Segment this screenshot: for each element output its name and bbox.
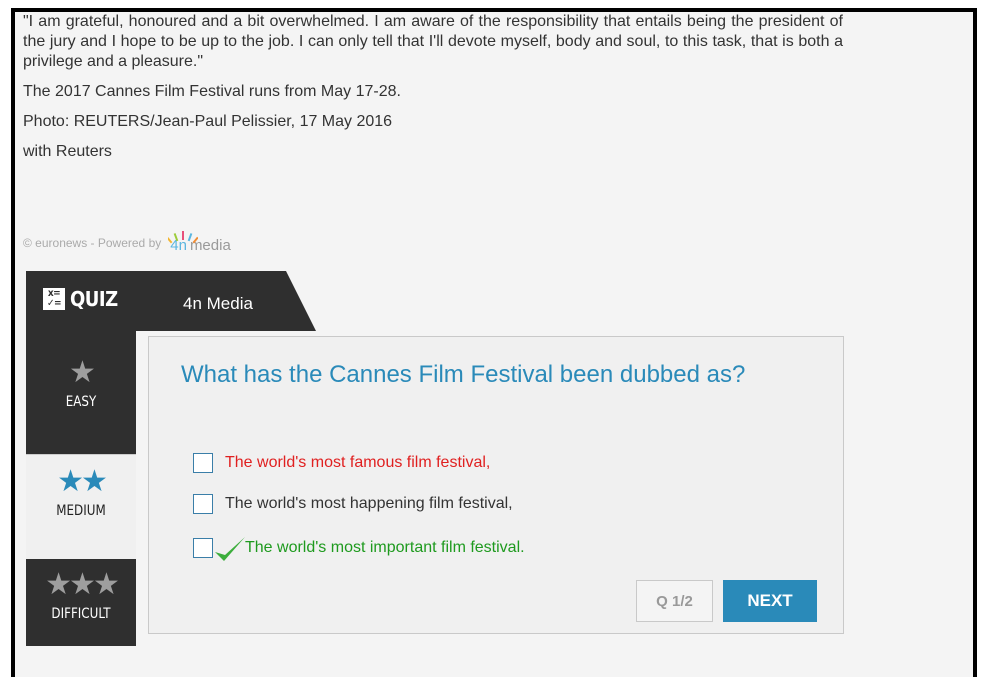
answer-option-label: The world's most famous film festival, [225, 454, 491, 471]
article-dates: The 2017 Cannes Film Festival runs from … [23, 83, 401, 100]
star-icon: ★★★ [45, 567, 120, 602]
article-quote: "I am grateful, honoured and a bit overw… [23, 13, 843, 70]
quiz-brand: 4n Media [183, 294, 253, 313]
4n-media-logo[interactable]: 4n media [164, 231, 231, 254]
level-medium[interactable]: ★★ MEDIUM [26, 454, 136, 559]
question-text: What has the Cannes Film Festival been d… [181, 361, 746, 388]
quiz-logo-text: QUIZ [70, 287, 118, 311]
level-difficult[interactable]: ★★★ DIFFICULT [26, 570, 136, 646]
checkbox[interactable] [193, 453, 213, 473]
level-difficult-label: DIFFICULT [51, 606, 111, 622]
source-credit: with Reuters [23, 143, 112, 160]
level-easy-label: EASY [65, 394, 97, 410]
photo-credit: Photo: REUTERS/Jean-Paul Pelissier, 17 M… [23, 113, 393, 130]
answer-option-2[interactable]: The world's most happening film festival… [193, 494, 513, 514]
quiz-logo: x= ✓= QUIZ [43, 287, 118, 311]
answer-option-3[interactable]: The world's most important film festival… [193, 533, 525, 563]
answer-option-1[interactable]: The world's most famous film festival, [193, 453, 490, 473]
answer-option-label: The world's most important film festival… [245, 539, 525, 556]
checkbox[interactable] [193, 494, 213, 514]
article-body: "I am grateful, honoured and a bit overw… [23, 12, 843, 172]
star-icon: ★★ [57, 464, 108, 499]
level-easy[interactable]: ★ EASY [26, 358, 136, 454]
star-icon: ★ [69, 355, 96, 390]
answer-option-label: The world's most happening film festival… [225, 495, 513, 512]
next-button[interactable]: NEXT [723, 580, 817, 622]
quiz-checklist-icon: x= ✓= [43, 288, 65, 310]
checkmark-icon [215, 537, 245, 561]
question-counter: Q 1/2 [636, 580, 713, 622]
powered-by-credit: © euronews - Powered by 4n media [23, 231, 231, 254]
checkbox[interactable] [193, 538, 213, 558]
sunrise-logo-icon [168, 231, 199, 244]
level-medium-label: MEDIUM [56, 503, 106, 519]
credit-text: © euronews - Powered by [23, 236, 162, 250]
